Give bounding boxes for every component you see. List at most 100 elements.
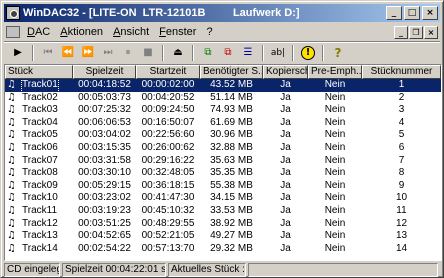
document-window-icon[interactable] xyxy=(6,26,20,38)
track-size: 35.35 MB xyxy=(210,167,253,179)
table-row[interactable]: ♫ Track07 00:03:31:58 00:29:16:22 35.63 MB Ja… xyxy=(5,155,441,168)
track-name: ♫ Track07 xyxy=(5,155,73,168)
track-list[interactable]: Stück Spielzeit Startzeit Benötigter S..… xyxy=(4,64,442,261)
copy-tracks-icon[interactable]: ⧉ xyxy=(198,44,218,62)
stop-icon[interactable]: ■ xyxy=(138,44,158,62)
track-pre-emphasis: Nein xyxy=(324,192,346,204)
track-starttime: 00:45:10:32 xyxy=(141,204,195,216)
track-name: ♫ Track11 xyxy=(5,205,73,218)
table-row[interactable]: ♫ Track12 00:03:51:25 00:48:29:55 38.92 MB Ja… xyxy=(5,218,441,231)
track-copy-protection: Ja xyxy=(280,179,291,191)
track-number: 6 xyxy=(398,141,405,153)
track-pre-emphasis: Nein xyxy=(324,141,346,153)
status-current-track: Aktuelles Stück : 02 xyxy=(168,263,246,277)
child-minimize-button[interactable]: _ xyxy=(394,25,408,39)
track-name: ♫ Track09 xyxy=(5,180,73,193)
toolbar: ▶ ⏮ ⏪ ⏩ ⏭ ⏸ ■ ⏏ ⧉ ⧉ ☰ ab| ! ? xyxy=(4,41,440,63)
status-empty-panel xyxy=(248,263,438,277)
table-row[interactable]: ♫ Track10 00:03:23:02 00:41:47:30 34.15 MB Ja… xyxy=(5,192,441,205)
track-starttime: 00:41:47:30 xyxy=(141,192,195,204)
track-playtime: 00:07:25:32 xyxy=(78,104,131,116)
column-header-size[interactable]: Benötigter S... xyxy=(200,65,263,79)
column-header-copy-protection[interactable]: Kopiersch... xyxy=(263,65,308,79)
rename-icon[interactable]: ab| xyxy=(268,44,288,62)
table-row[interactable]: ♫ Track01 00:04:18:52 00:00:02:00 43.52 MB Ja… xyxy=(5,79,441,92)
table-row[interactable]: ♫ Track11 00:03:19:23 00:45:10:32 33.53 MB Ja… xyxy=(5,205,441,218)
menu-dac[interactable]: DAC xyxy=(22,26,55,38)
column-header-starttime[interactable]: Startzeit xyxy=(136,65,200,79)
rewind-icon[interactable]: ⏪ xyxy=(58,44,78,62)
skip-last-icon[interactable]: ⏭ xyxy=(98,44,118,62)
audio-track-icon: ♫ xyxy=(7,116,16,128)
table-row[interactable]: ♫ Track05 00:03:04:02 00:22:56:60 30.96 MB Ja… xyxy=(5,129,441,142)
table-row[interactable]: ♫ Track09 00:05:29:15 00:36:18:15 55.38 MB Ja… xyxy=(5,180,441,193)
track-playtime: 00:05:03:73 xyxy=(78,91,131,103)
menu-aktionen[interactable]: Aktionen xyxy=(55,26,108,38)
track-size: 33.53 MB xyxy=(210,204,253,216)
track-size: 29.32 MB xyxy=(210,242,253,254)
track-playtime: 00:03:23:02 xyxy=(78,192,131,204)
track-name-text: Track05 xyxy=(22,129,58,141)
track-copy-protection: Ja xyxy=(280,167,291,179)
title-bar[interactable]: WinDAC32 - [LITE-ON LTR-12101B Laufwerk … xyxy=(4,4,440,22)
track-copy-protection: Ja xyxy=(280,154,291,166)
column-header-track-number[interactable]: Stücknummer xyxy=(362,65,441,79)
track-number: 12 xyxy=(395,217,408,229)
track-size: 30.96 MB xyxy=(210,129,253,141)
skip-first-icon[interactable]: ⏮ xyxy=(38,44,58,62)
track-copy-protection: Ja xyxy=(280,116,291,128)
track-name-text: Track03 xyxy=(22,104,58,116)
menu-help[interactable]: ? xyxy=(201,26,217,38)
track-pre-emphasis: Nein xyxy=(324,179,346,191)
track-size: 32.88 MB xyxy=(210,141,253,153)
track-pre-emphasis: Nein xyxy=(324,167,346,179)
menu-ansicht[interactable]: Ansicht xyxy=(108,26,154,38)
track-starttime: 00:52:21:05 xyxy=(141,230,195,242)
play-icon[interactable]: ▶ xyxy=(8,44,28,62)
copy-range-icon[interactable]: ⧉ xyxy=(218,44,238,62)
table-row[interactable]: ♫ Track14 00:02:54:22 00:57:13:70 29.32 MB Ja… xyxy=(5,243,441,256)
track-number: 7 xyxy=(398,154,405,166)
track-copy-protection: Ja xyxy=(280,192,291,204)
track-copy-protection: Ja xyxy=(280,104,291,116)
column-header-pre-emphasis[interactable]: Pre-Emph... xyxy=(308,65,362,79)
child-close-button[interactable]: × xyxy=(424,25,438,39)
table-row[interactable]: ♫ Track08 00:03:30:10 00:32:48:05 35.35 MB Ja… xyxy=(5,167,441,180)
table-row[interactable]: ♫ Track04 00:06:06:53 00:16:50:07 61.69 MB Ja… xyxy=(5,117,441,130)
column-header-playtime[interactable]: Spielzeit xyxy=(73,65,136,79)
table-row[interactable]: ♫ Track06 00:03:15:35 00:26:00:62 32.88 MB Ja… xyxy=(5,142,441,155)
track-name-text: Track06 xyxy=(22,141,58,153)
track-pre-emphasis: Nein xyxy=(324,116,346,128)
track-number: 2 xyxy=(398,91,405,103)
table-row[interactable]: ♫ Track03 00:07:25:32 00:09:24:50 74.93 MB Ja… xyxy=(5,104,441,117)
minimize-button[interactable]: _ xyxy=(386,6,402,20)
eject-icon[interactable]: ⏏ xyxy=(168,44,188,62)
child-restore-button[interactable]: ❐ xyxy=(409,25,423,39)
toolbar-separator xyxy=(192,44,194,61)
maximize-button[interactable]: □ xyxy=(404,6,420,20)
column-header-track[interactable]: Stück xyxy=(5,65,73,79)
help-icon[interactable]: ? xyxy=(328,44,348,62)
track-number: 1 xyxy=(398,79,405,90)
close-button[interactable]: × xyxy=(422,6,438,20)
track-copy-protection: Ja xyxy=(280,217,291,229)
track-copy-protection: Ja xyxy=(280,141,291,153)
app-cd-icon[interactable] xyxy=(6,6,20,20)
track-playtime: 00:05:29:15 xyxy=(78,179,131,191)
info-icon[interactable]: ! xyxy=(298,44,318,62)
table-row[interactable]: ♫ Track02 00:05:03:73 00:04:20:52 51.14 MB Ja… xyxy=(5,92,441,105)
toolbar-separator xyxy=(32,44,34,61)
options-icon[interactable]: ☰ xyxy=(238,44,258,62)
fast-forward-icon[interactable]: ⏩ xyxy=(78,44,98,62)
track-list-rows: ♫ Track01 00:04:18:52 00:00:02:00 43.52 MB Ja… xyxy=(5,79,441,255)
track-name-text: Track01 xyxy=(21,79,59,92)
audio-track-icon: ♫ xyxy=(7,204,16,216)
audio-track-icon: ♫ xyxy=(7,104,16,116)
audio-track-icon: ♫ xyxy=(7,179,16,191)
track-playtime: 00:04:18:52 xyxy=(78,79,131,90)
track-copy-protection: Ja xyxy=(280,79,291,90)
menu-fenster[interactable]: Fenster xyxy=(154,26,201,38)
pause-icon[interactable]: ⏸ xyxy=(118,44,138,62)
track-playtime: 00:03:30:10 xyxy=(78,167,131,179)
table-row[interactable]: ♫ Track13 00:04:52:65 00:52:21:05 49.27 MB Ja… xyxy=(5,230,441,243)
